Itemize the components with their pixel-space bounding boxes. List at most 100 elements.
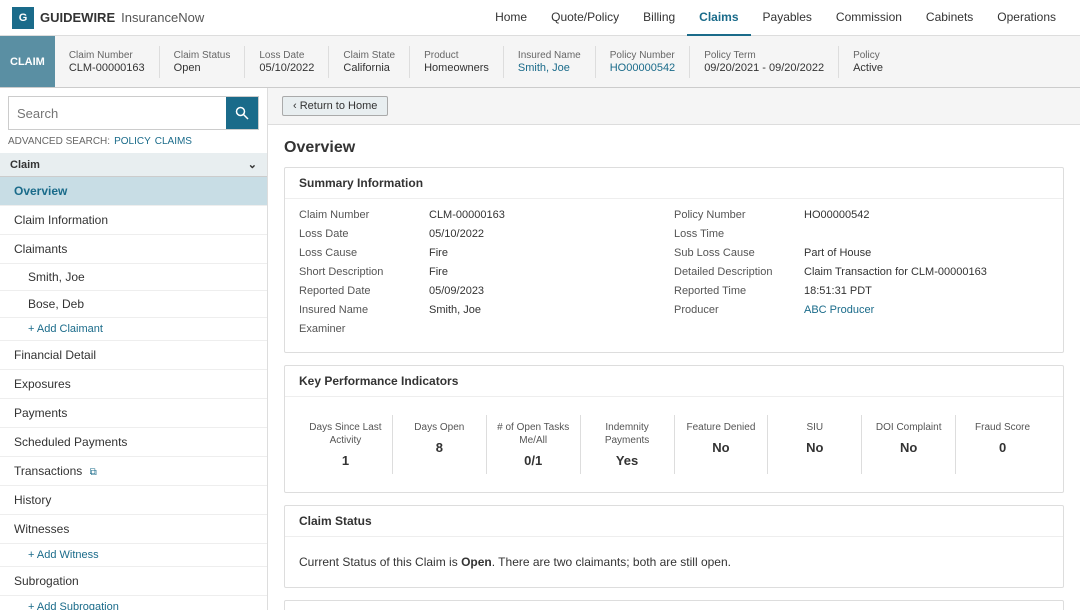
kpi-days-open-label: Days Open xyxy=(403,421,476,434)
producer-value[interactable]: ABC Producer xyxy=(804,304,874,316)
sidebar-item-claim-information[interactable]: Claim Information xyxy=(0,206,267,235)
content-area: ‹ Return to Home Overview Summary Inform… xyxy=(268,88,1080,610)
sub-loss-cause-value: Part of House xyxy=(804,247,871,259)
advanced-search-claims[interactable]: CLAIMS xyxy=(155,136,192,147)
kpi-fraud-score: Fraud Score 0 xyxy=(956,415,1049,474)
kpi-days-since-activity: Days Since Last Activity 1 xyxy=(299,415,393,474)
kpi-doi-label: DOI Complaint xyxy=(872,421,945,434)
detailed-desc-label: Detailed Description xyxy=(674,266,804,278)
kpi-indemnity: Indemnity Payments Yes xyxy=(581,415,675,474)
top-nav: G GUIDEWIRE InsuranceNow Home Quote/Poli… xyxy=(0,0,1080,36)
claim-status-word: Open xyxy=(461,555,492,569)
info-row-insured-name: Insured Name Smith, Joe xyxy=(299,304,674,316)
advanced-search-label: ADVANCED SEARCH: xyxy=(8,136,110,147)
detailed-desc-value: Claim Transaction for CLM-00000163 xyxy=(804,266,987,278)
insured-name-field-label: Insured Name xyxy=(299,304,429,316)
sidebar-add-subrogation[interactable]: + Add Subrogation xyxy=(0,596,267,610)
sidebar-item-payments[interactable]: Payments xyxy=(0,399,267,428)
product-label: Product xyxy=(424,50,489,61)
sidebar-item-financial-detail[interactable]: Financial Detail xyxy=(0,341,267,370)
reported-time-label: Reported Time xyxy=(674,285,804,297)
kpi-header: Key Performance Indicators xyxy=(285,366,1063,397)
claim-number-field-value: CLM-00000163 xyxy=(429,209,505,221)
sidebar-claim-section[interactable]: Claim ⌄ xyxy=(0,153,267,177)
nav-operations[interactable]: Operations xyxy=(985,0,1068,36)
search-button[interactable] xyxy=(226,97,258,129)
info-row-detailed-desc: Detailed Description Claim Transaction f… xyxy=(674,266,1049,278)
main-layout: ADVANCED SEARCH: POLICY CLAIMS Claim ⌄ O… xyxy=(0,88,1080,610)
info-row-loss-cause: Loss Cause Fire xyxy=(299,247,674,259)
kpi-fraud-score-value: 0 xyxy=(966,440,1039,455)
reported-time-value: 18:51:31 PDT xyxy=(804,285,872,297)
kpi-grid: Days Since Last Activity 1 Days Open 8 #… xyxy=(299,407,1049,482)
loss-date-field-label: Loss Date xyxy=(299,228,429,240)
nav-commission[interactable]: Commission xyxy=(824,0,914,36)
loss-cause-value: Fire xyxy=(429,247,448,259)
nav-payables[interactable]: Payables xyxy=(751,0,824,36)
policy-number-label: Policy Number xyxy=(610,50,675,61)
sidebar-item-transactions[interactable]: Transactions ⧉ xyxy=(0,457,267,486)
overview-title: Overview xyxy=(284,139,1064,157)
loss-time-label: Loss Time xyxy=(674,228,804,240)
insured-name-field-value: Smith, Joe xyxy=(429,304,481,316)
claim-fields: Claim Number CLM-00000163 Claim Status O… xyxy=(55,36,897,87)
advanced-search-area: ADVANCED SEARCH: POLICY CLAIMS xyxy=(0,134,267,153)
summary-left: Claim Number CLM-00000163 Loss Date 05/1… xyxy=(299,209,674,342)
policy-term-value: 09/20/2021 - 09/20/2022 xyxy=(704,62,824,74)
summary-body: Claim Number CLM-00000163 Loss Date 05/1… xyxy=(285,199,1063,352)
search-box xyxy=(8,96,259,130)
info-row-loss-date: Loss Date 05/10/2022 xyxy=(299,228,674,240)
claim-tag: CLAIM xyxy=(0,36,55,87)
sidebar-add-witness[interactable]: + Add Witness xyxy=(0,544,267,567)
sidebar-item-witnesses[interactable]: Witnesses xyxy=(0,515,267,544)
sidebar-item-overview[interactable]: Overview xyxy=(0,177,267,206)
kpi-open-tasks-label: # of Open Tasks Me/All xyxy=(497,421,570,447)
sidebar-chevron-icon: ⌄ xyxy=(248,158,257,171)
kpi-indemnity-label: Indemnity Payments xyxy=(591,421,664,447)
kpi-indemnity-value: Yes xyxy=(591,453,664,468)
policy-status-value: Active xyxy=(853,62,883,74)
claim-field-status: Claim Status Open xyxy=(160,46,246,78)
info-row-claim-number: Claim Number CLM-00000163 xyxy=(299,209,674,221)
sidebar-item-smith-joe[interactable]: Smith, Joe xyxy=(0,264,267,291)
insured-name-label: Insured Name xyxy=(518,50,581,61)
logo-brand: GUIDEWIRE xyxy=(40,10,115,25)
search-input[interactable] xyxy=(9,100,226,127)
sidebar-item-scheduled-payments[interactable]: Scheduled Payments xyxy=(0,428,267,457)
sidebar-item-bose-deb[interactable]: Bose, Deb xyxy=(0,291,267,318)
sidebar-section-label: Claim xyxy=(10,159,40,171)
sidebar-item-exposures[interactable]: Exposures xyxy=(0,370,267,399)
nav-quote-policy[interactable]: Quote/Policy xyxy=(539,0,631,36)
sidebar-add-claimant[interactable]: + Add Claimant xyxy=(0,318,267,341)
claim-status-text: Current Status of this Claim is Open. Th… xyxy=(299,547,1049,577)
claim-field-policy-number: Policy Number HO00000542 xyxy=(596,46,690,78)
nav-claims[interactable]: Claims xyxy=(687,0,750,36)
info-row-short-desc: Short Description Fire xyxy=(299,266,674,278)
kpi-days-open: Days Open 8 xyxy=(393,415,487,474)
kpi-feature-denied: Feature Denied No xyxy=(675,415,769,474)
reported-date-value: 05/09/2023 xyxy=(429,285,484,297)
producer-label: Producer xyxy=(674,304,804,316)
return-home-button[interactable]: ‹ Return to Home xyxy=(282,96,388,116)
sidebar-item-subrogation[interactable]: Subrogation xyxy=(0,567,267,596)
insured-name-value[interactable]: Smith, Joe xyxy=(518,62,581,74)
sidebar-item-claimants[interactable]: Claimants xyxy=(0,235,267,264)
claim-number-value: CLM-00000163 xyxy=(69,62,145,74)
kpi-feature-denied-value: No xyxy=(685,440,758,455)
nav-cabinets[interactable]: Cabinets xyxy=(914,0,985,36)
claim-state-value: California xyxy=(343,62,395,74)
summary-header: Summary Information xyxy=(285,168,1063,199)
nav-home[interactable]: Home xyxy=(483,0,539,36)
claim-status-section: Claim Status Current Status of this Clai… xyxy=(284,505,1064,588)
advanced-search-policy[interactable]: POLICY xyxy=(114,136,151,147)
info-row-examiner: Examiner xyxy=(299,323,674,335)
kpi-section: Key Performance Indicators Days Since La… xyxy=(284,365,1064,493)
nav-billing[interactable]: Billing xyxy=(631,0,687,36)
claim-status-label: Claim Status xyxy=(174,50,231,61)
sidebar-item-history[interactable]: History xyxy=(0,486,267,515)
summary-section: Summary Information Claim Number CLM-000… xyxy=(284,167,1064,353)
claim-header-bar: CLAIM Claim Number CLM-00000163 Claim St… xyxy=(0,36,1080,88)
logo: G GUIDEWIRE InsuranceNow xyxy=(12,7,204,29)
info-row-reported-date: Reported Date 05/09/2023 xyxy=(299,285,674,297)
policy-number-value[interactable]: HO00000542 xyxy=(610,62,675,74)
